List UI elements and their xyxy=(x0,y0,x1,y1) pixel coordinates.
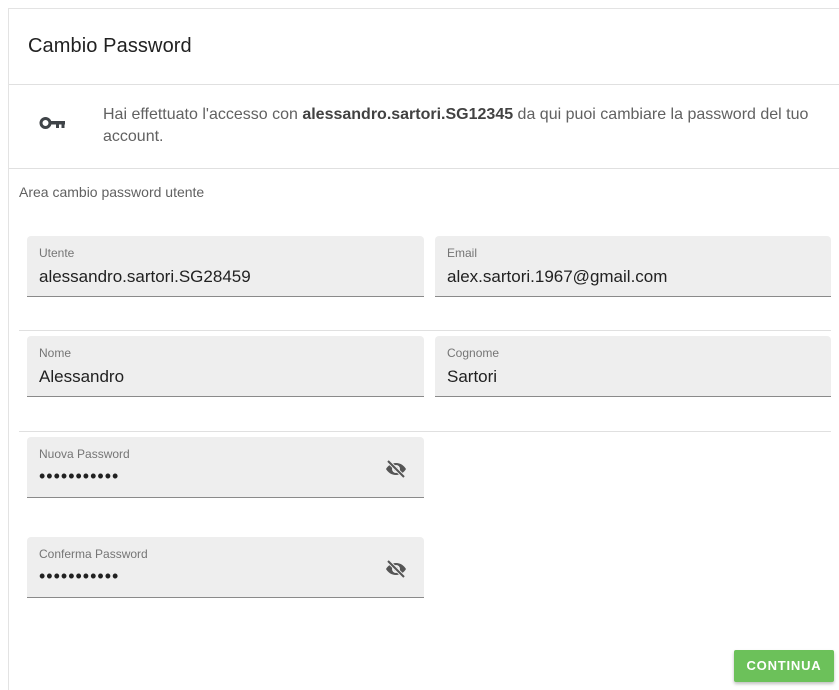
nome-field[interactable]: Nome Alessandro xyxy=(27,336,424,397)
eye-off-icon[interactable] xyxy=(384,457,408,481)
info-text: Hai effettuato l'accesso con alessandro.… xyxy=(103,104,823,148)
email-label: Email xyxy=(447,246,478,260)
utente-label: Utente xyxy=(39,246,75,260)
logged-username: alessandro.sartori.SG12345 xyxy=(302,106,514,123)
card-header: Cambio Password xyxy=(9,9,839,85)
nuova-password-label: Nuova Password xyxy=(39,447,130,461)
email-field[interactable]: Email alex.sartori.1967@gmail.com xyxy=(435,236,831,297)
section-label: Area cambio password utente xyxy=(19,184,205,200)
nome-label: Nome xyxy=(39,346,72,360)
cognome-value[interactable]: Sartori xyxy=(447,367,783,387)
divider xyxy=(19,330,831,331)
cognome-label: Cognome xyxy=(447,346,500,360)
eye-off-icon[interactable] xyxy=(384,557,408,581)
divider xyxy=(19,431,831,432)
nuova-password-value[interactable]: ••••••••••• xyxy=(39,466,376,487)
conferma-password-value[interactable]: ••••••••••• xyxy=(39,566,376,587)
page-title: Cambio Password xyxy=(28,35,192,57)
email-value[interactable]: alex.sartori.1967@gmail.com xyxy=(447,267,783,287)
cognome-field[interactable]: Cognome Sartori xyxy=(435,336,831,397)
info-text-before: Hai effettuato l'accesso con xyxy=(103,106,303,123)
conferma-password-field[interactable]: Conferma Password ••••••••••• xyxy=(27,537,424,598)
utente-field[interactable]: Utente alessandro.sartori.SG28459 xyxy=(27,236,424,297)
continue-button[interactable]: CONTINUA xyxy=(734,650,834,682)
key-icon xyxy=(39,117,65,129)
nome-value[interactable]: Alessandro xyxy=(39,367,376,387)
utente-value[interactable]: alessandro.sartori.SG28459 xyxy=(39,267,376,287)
nuova-password-field[interactable]: Nuova Password ••••••••••• xyxy=(27,437,424,498)
conferma-password-label: Conferma Password xyxy=(39,547,148,561)
info-banner: Hai effettuato l'accesso con alessandro.… xyxy=(9,85,839,169)
